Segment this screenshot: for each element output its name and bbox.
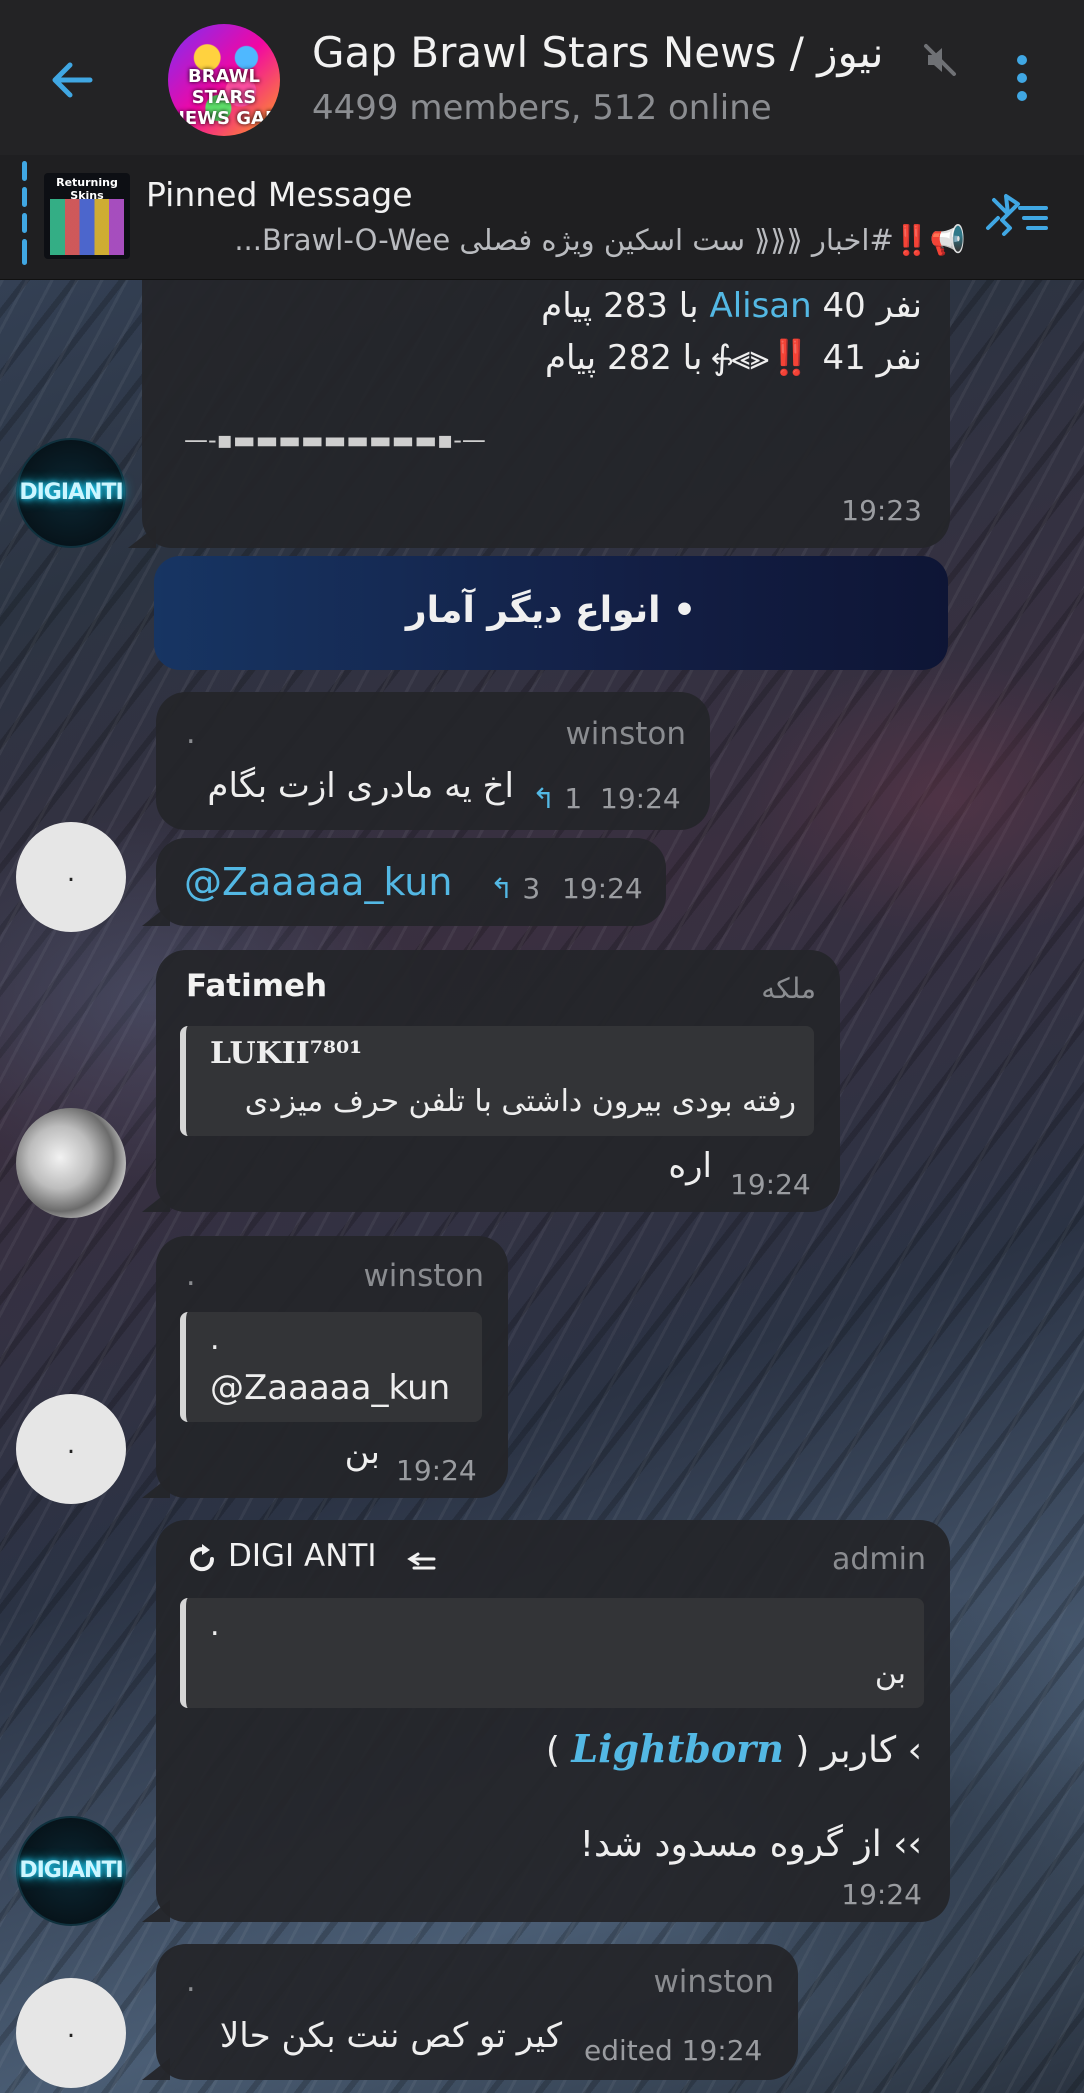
group-avatar-label: BRAWL STARS NEWS GAP <box>169 66 279 129</box>
pinned-indicator-active <box>22 239 27 265</box>
message-line: نفر 41 ‼️⪡⪢⨗ با 282 پیام <box>544 338 922 378</box>
pinned-indicator <box>22 187 27 207</box>
pinned-indicator <box>22 213 27 233</box>
sender-role: . <box>186 1964 196 1999</box>
quote-text: @Zaaaaa_kun <box>210 1368 451 1408</box>
avatar-label: . <box>66 858 76 888</box>
sender-name[interactable]: winston <box>565 716 686 752</box>
group-avatar[interactable]: BRAWL STARS NEWS GAP <box>168 24 280 136</box>
forward-refresh-icon <box>190 1544 215 1572</box>
user-link[interactable]: Alisan <box>709 286 811 326</box>
pinned-preview: 📢‼️#اخبار ⟪⟪⟪ ست اسکین ویژه فصلی Brawl-O… <box>234 223 966 257</box>
quote-text: بن <box>874 1656 906 1691</box>
user-link[interactable]: Lightborn <box>571 1726 783 1771</box>
sender-role: ملکه <box>761 972 816 1005</box>
chat-header: BRAWL STARS NEWS GAP Gap Brawl Stars New… <box>0 0 1084 155</box>
message-text: کیر تو کص ننت بکن حالا <box>219 2016 562 2056</box>
sender-role: admin <box>832 1542 926 1577</box>
sender-name[interactable]: winston <box>363 1258 484 1294</box>
message-bubble[interactable]: Fatimeh ملکه LUKII⁷⁸⁰¹ رفته بودی بیرون د… <box>156 950 840 1212</box>
more-options-icon[interactable] <box>1004 50 1040 106</box>
pinned-message-bar[interactable]: Returning Skins Pinned Message 📢‼️#اخبار… <box>0 155 1084 280</box>
message-text: بن <box>344 1432 380 1472</box>
stats-banner-button[interactable]: • انواع دیگر آمار <box>154 556 948 670</box>
message-time: 19:24 <box>396 1454 477 1487</box>
pinned-thumbnail: Returning Skins <box>44 173 130 259</box>
back-arrow-icon[interactable] <box>44 52 100 108</box>
user-avatar[interactable]: DIGIANTI <box>16 438 126 548</box>
quote-author: . <box>210 1322 220 1357</box>
message-line: ›› از گروه مسدود شد! <box>579 1824 922 1865</box>
avatar-label: . <box>66 2014 76 2044</box>
quote-author: . <box>210 1608 220 1643</box>
message-time: 19:24 <box>841 1878 922 1911</box>
reply-quote[interactable]: LUKII⁷⁸⁰¹ رفته بودی بیرون داشتی با تلفن … <box>180 1026 814 1136</box>
sender-role: . <box>186 1258 196 1293</box>
chat-title[interactable]: Gap Brawl Stars News / نیوز <box>312 28 884 77</box>
banner-label: • انواع دیگر آمار <box>405 590 697 631</box>
message-bubble[interactable]: . winston . @Zaaaaa_kun بن 19:24 <box>156 1236 508 1498</box>
message-time: 19:24 <box>600 782 681 815</box>
mention-link[interactable]: @Zaaaaa_kun <box>184 860 452 904</box>
avatar-label: . <box>66 1430 76 1460</box>
sender-name[interactable]: winston <box>653 1964 774 2000</box>
avatar-label: DIGIANTI <box>19 480 123 505</box>
reply-quote[interactable]: . @Zaaaaa_kun <box>180 1312 482 1422</box>
message-text: › کاربر ( <box>795 1730 922 1771</box>
reply-arrow-icon: ↰ <box>490 872 514 905</box>
user-avatar[interactable]: . <box>16 1394 126 1504</box>
message-bubble[interactable]: . winston اخ یه مادری ازت بگام ↰ 1 19:24 <box>156 692 710 830</box>
quote-text: رفته بودی بیرون داشتی با تلفن حرف میزدی <box>244 1084 796 1119</box>
user-avatar[interactable]: . <box>16 822 126 932</box>
message-text: نفر 40 Alisan با 283 پیام <box>541 286 922 326</box>
reply-quote[interactable]: . بن <box>180 1598 924 1708</box>
message-line: › کاربر ( Lightborn ) <box>546 1726 922 1771</box>
user-avatar[interactable]: . <box>16 1978 126 2088</box>
reply-count[interactable]: ↰ 1 <box>532 782 582 815</box>
pinned-indicator <box>22 161 27 181</box>
reply-count[interactable]: ↰ 3 <box>490 872 540 905</box>
muted-speaker-icon <box>924 44 956 76</box>
sender-name[interactable]: Fatimeh <box>186 968 327 1004</box>
member-count: 4499 members, 512 online <box>312 88 772 128</box>
message-bubble[interactable]: @Zaaaaa_kun ↰ 3 19:24 <box>156 838 666 926</box>
user-avatar[interactable] <box>16 1108 126 1218</box>
message-time: 19:23 <box>841 494 922 527</box>
reply-arrow-icon: ↰ <box>532 782 556 815</box>
divider-line: —-▪▬▬▬▬▬▬▬▬▬▪-— <box>184 426 486 454</box>
pinned-list-icon[interactable] <box>984 188 1050 244</box>
sender-role: . <box>186 716 196 751</box>
pinned-title: Pinned Message <box>146 175 413 214</box>
message-text: اره <box>668 1146 712 1186</box>
user-avatar[interactable]: DIGIANTI <box>16 1816 126 1926</box>
quote-author: LUKII⁷⁸⁰¹ <box>210 1036 363 1071</box>
forward-arrow-icon <box>407 1552 436 1570</box>
sender-name[interactable]: DIGI ANTI <box>228 1538 377 1574</box>
message-time: 19:24 <box>730 1168 811 1201</box>
message-line: نفر 40 Alisan با 283 پیام <box>541 286 922 326</box>
message-text: اخ یه مادری ازت بگام <box>207 766 514 806</box>
message-time: edited 19:24 <box>584 2034 763 2067</box>
message-time: 19:24 <box>562 872 643 905</box>
avatar-label: DIGIANTI <box>19 1858 123 1883</box>
message-text: ) <box>545 1730 560 1771</box>
message-bubble[interactable]: DIGI ANTI admin . بن › کاربر ( Lightborn… <box>156 1520 950 1922</box>
message-bubble[interactable]: . winston کیر تو کص ننت بکن حالا edited … <box>156 1944 798 2080</box>
